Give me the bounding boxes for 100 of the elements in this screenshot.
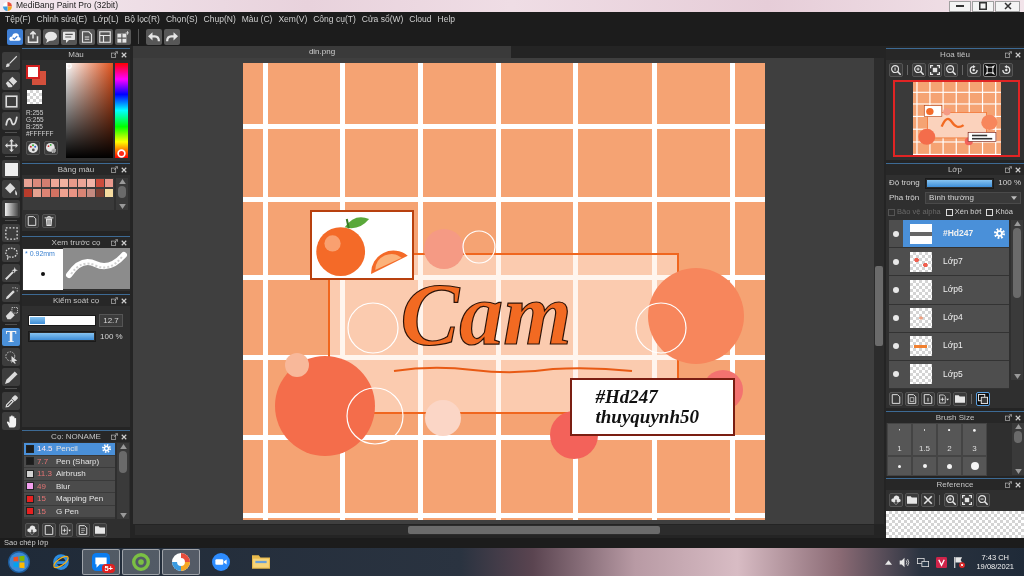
folder-button[interactable] bbox=[953, 391, 967, 406]
vertical-scrollbar[interactable] bbox=[874, 58, 884, 524]
fit-frame-button[interactable] bbox=[960, 492, 974, 507]
visibility-dot-icon[interactable] bbox=[893, 286, 899, 293]
paint-bucket-tool-button[interactable] bbox=[2, 180, 20, 198]
gradient-tool-button[interactable] bbox=[2, 200, 20, 218]
scroll-thumb[interactable] bbox=[1014, 431, 1022, 443]
eyedropper-tool-button[interactable] bbox=[2, 392, 20, 410]
page-button[interactable] bbox=[42, 523, 56, 537]
cloud-check-button[interactable] bbox=[7, 28, 23, 45]
layer-item[interactable]: Lớp6 bbox=[903, 276, 1009, 304]
undock-icon[interactable] bbox=[111, 433, 118, 440]
brush-size-option[interactable] bbox=[912, 456, 937, 476]
share-button[interactable] bbox=[25, 28, 41, 45]
palette-swatch-icon[interactable] bbox=[33, 189, 41, 197]
network-icon[interactable] bbox=[917, 557, 930, 567]
gear-icon[interactable] bbox=[994, 228, 1005, 240]
menu-item[interactable]: Cửa sổ(W) bbox=[361, 14, 404, 25]
scroll-thumb[interactable] bbox=[408, 526, 660, 534]
blend-mode-dropdown[interactable]: Bình thường bbox=[925, 192, 1021, 204]
trash-button[interactable] bbox=[42, 214, 56, 228]
scroll-up-icon[interactable] bbox=[118, 179, 126, 184]
pen-selection-tool-button[interactable] bbox=[2, 284, 20, 302]
comment-button[interactable] bbox=[61, 28, 77, 45]
palette-swatch-icon[interactable] bbox=[51, 179, 59, 187]
undock-icon[interactable] bbox=[1005, 414, 1012, 421]
cloud-download-button[interactable] bbox=[889, 492, 903, 507]
horizontal-scrollbar[interactable] bbox=[135, 525, 874, 535]
undock-icon[interactable] bbox=[111, 297, 118, 304]
page-plus-button[interactable] bbox=[59, 523, 73, 537]
brush-size-option[interactable]: 1.5 bbox=[912, 423, 937, 456]
brush-size-option[interactable]: 3 bbox=[962, 423, 987, 456]
palette-swatch-icon[interactable] bbox=[87, 189, 95, 197]
magic-wand-tool-button[interactable] bbox=[2, 264, 20, 282]
palette-swatch-icon[interactable] bbox=[96, 179, 104, 187]
palette-swatch-icon[interactable] bbox=[69, 189, 77, 197]
menu-item[interactable]: Công cụ(T) bbox=[313, 14, 356, 25]
redo-arrow-button[interactable] bbox=[164, 28, 180, 45]
palette-swatch-icon[interactable] bbox=[51, 189, 59, 197]
background-swatch-icon[interactable] bbox=[32, 71, 46, 85]
scroll-up-icon[interactable] bbox=[119, 444, 127, 449]
speech-bubble-button[interactable] bbox=[43, 28, 59, 45]
tray-expand-icon[interactable] bbox=[885, 559, 893, 565]
page-mark-button[interactable] bbox=[921, 391, 935, 406]
menu-item[interactable]: Chụp(N) bbox=[203, 14, 236, 25]
grid-plus-button[interactable] bbox=[115, 28, 131, 45]
palette-swatch-icon[interactable] bbox=[69, 179, 77, 187]
layer-item[interactable]: Lớp7 bbox=[903, 248, 1009, 276]
ring-taskbar-button[interactable] bbox=[122, 549, 160, 575]
close-icon[interactable] bbox=[1015, 166, 1021, 173]
brush-size-option[interactable] bbox=[962, 456, 987, 476]
rotate-left-button[interactable] bbox=[967, 62, 981, 77]
speaker-icon[interactable] bbox=[899, 556, 911, 568]
minimize-button[interactable] bbox=[949, 0, 971, 12]
scroll-down-icon[interactable] bbox=[119, 513, 127, 518]
folder-button[interactable] bbox=[93, 523, 107, 537]
palette-swatch-icon[interactable] bbox=[87, 179, 95, 187]
scrollbar[interactable] bbox=[116, 178, 128, 210]
palette-swatch-icon[interactable] bbox=[78, 179, 86, 187]
undock-icon[interactable] bbox=[111, 239, 118, 246]
undock-icon[interactable] bbox=[1005, 166, 1012, 173]
checkbox[interactable] bbox=[945, 208, 953, 216]
fit-frame-button[interactable] bbox=[928, 62, 942, 77]
cloud-download-button[interactable] bbox=[25, 523, 39, 537]
palette-swatch-icon[interactable] bbox=[42, 179, 50, 187]
visibility-dot-icon[interactable] bbox=[893, 315, 899, 322]
color-picker-field[interactable] bbox=[66, 63, 113, 158]
visibility-dot-icon[interactable] bbox=[893, 371, 899, 378]
brush-item[interactable]: 11.3 Airbrush bbox=[24, 468, 115, 481]
curve-stroke-tool-button[interactable] bbox=[2, 112, 20, 130]
palette-swatch-icon[interactable] bbox=[105, 179, 113, 187]
visibility-dot-icon[interactable] bbox=[893, 258, 899, 265]
brush-tool-button[interactable] bbox=[2, 52, 20, 70]
zoom-in-button[interactable] bbox=[944, 492, 958, 507]
palette-button[interactable] bbox=[26, 141, 40, 155]
lasso-tool-button[interactable] bbox=[2, 244, 20, 262]
menu-item[interactable]: Màu (C) bbox=[241, 14, 273, 25]
undock-icon[interactable] bbox=[111, 51, 118, 58]
zoom-in-button[interactable] bbox=[912, 62, 926, 77]
palette-gear-button[interactable] bbox=[44, 141, 58, 155]
hand-tool-button[interactable] bbox=[2, 412, 20, 430]
close-icon[interactable] bbox=[121, 166, 127, 173]
checkbox[interactable] bbox=[986, 208, 994, 216]
menu-item[interactable]: Lớp(L) bbox=[93, 14, 119, 25]
dotted-square-tool-button[interactable] bbox=[2, 224, 20, 242]
scroll-down-icon[interactable] bbox=[1014, 469, 1022, 474]
palette-swatch-icon[interactable] bbox=[78, 189, 86, 197]
scroll-up-icon[interactable] bbox=[1013, 221, 1021, 226]
size-slider[interactable] bbox=[28, 315, 96, 326]
move-tool-button[interactable] bbox=[2, 136, 20, 154]
layer-item[interactable]: Lớp5 bbox=[903, 360, 1009, 389]
close-icon[interactable] bbox=[121, 297, 127, 304]
palette-swatch-icon[interactable] bbox=[24, 179, 32, 187]
palette-swatch-icon[interactable] bbox=[24, 189, 32, 197]
hue-thumb-icon[interactable] bbox=[117, 149, 126, 158]
close-icon[interactable] bbox=[121, 433, 127, 440]
close-button[interactable] bbox=[995, 0, 1020, 12]
page-button[interactable] bbox=[25, 214, 39, 228]
maximize-button[interactable] bbox=[972, 0, 994, 12]
page-edit-button[interactable] bbox=[76, 523, 90, 537]
